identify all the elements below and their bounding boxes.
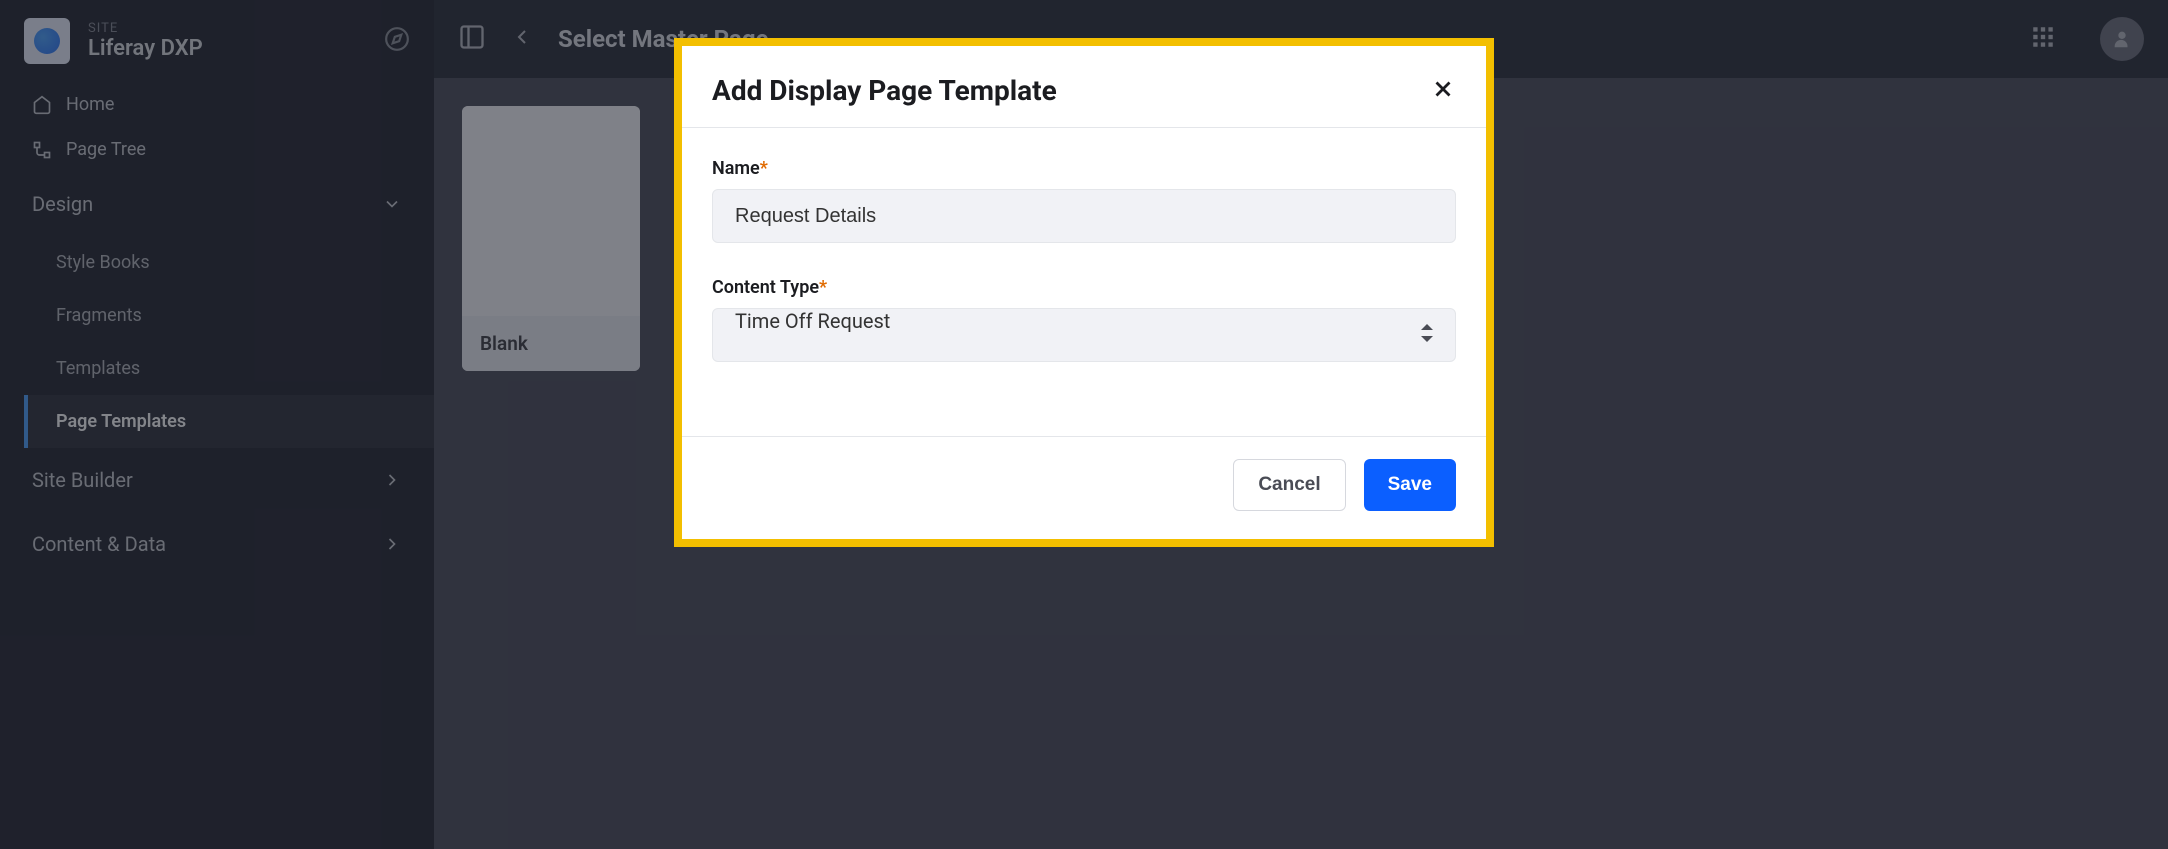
form-group-content-type: Content Type* Time Off Request	[712, 277, 1456, 362]
name-input[interactable]	[712, 189, 1456, 243]
content-type-label: Content Type*	[712, 277, 1456, 298]
cancel-button[interactable]: Cancel	[1233, 459, 1345, 511]
add-display-page-template-modal: Add Display Page Template Name* Content …	[682, 46, 1486, 539]
close-icon[interactable]	[1430, 76, 1456, 106]
modal-title: Add Display Page Template	[712, 74, 1057, 107]
modal-header: Add Display Page Template	[682, 46, 1486, 128]
form-group-name: Name*	[712, 158, 1456, 243]
modal-footer: Cancel Save	[682, 436, 1486, 539]
modal-body: Name* Content Type* Time Off Request	[682, 128, 1486, 436]
modal-highlight-border: Add Display Page Template Name* Content …	[674, 38, 1494, 547]
name-label: Name*	[712, 158, 1456, 179]
save-button[interactable]: Save	[1364, 459, 1456, 511]
content-type-select[interactable]: Time Off Request	[712, 308, 1456, 362]
